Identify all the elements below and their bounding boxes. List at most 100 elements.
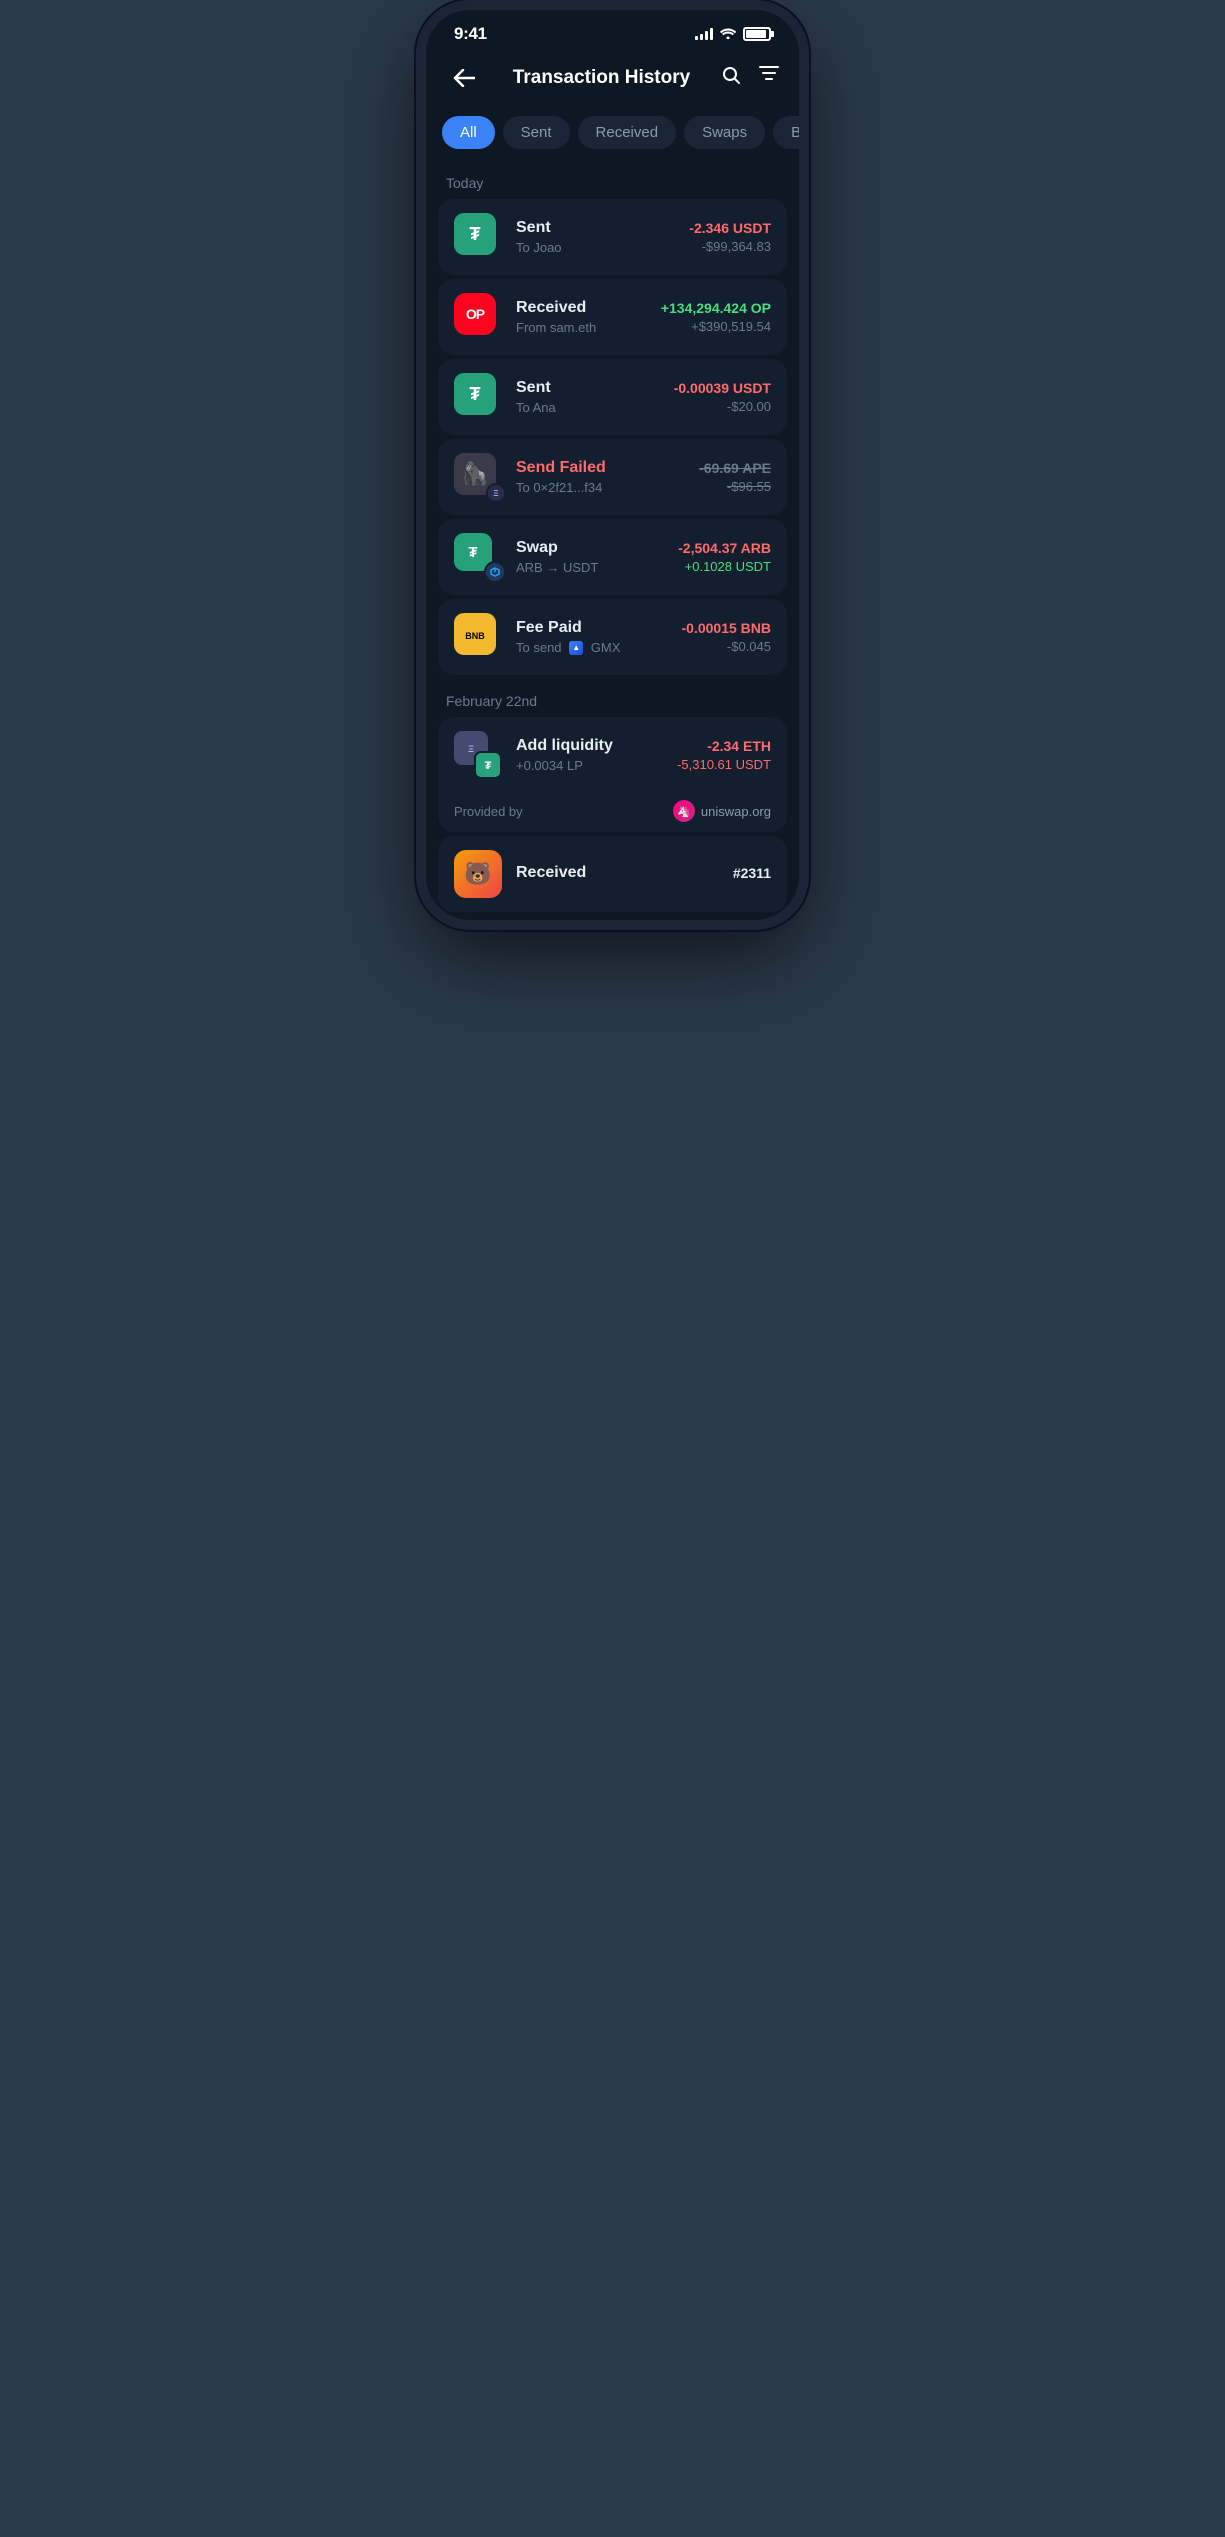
transaction-item-fee[interactable]: BNB Fee Paid To send ▲ GMX -0.00015 BNB … [438,599,787,675]
transaction-list-today: ₮ Sent To Joao -2.346 USDT -$99,364.83 O… [426,199,799,675]
tx-info: Send Failed To 0×2f21...f34 [516,459,685,495]
signal-bar-2 [700,34,703,40]
transaction-item[interactable]: OP Received From sam.eth +134,294.424 OP… [438,279,787,355]
tx-subtitle: To 0×2f21...f34 [516,480,685,495]
status-time: 9:41 [454,24,487,44]
tx-title: Fee Paid [516,619,668,637]
tx-info-liquidity: Add liquidity +0.0034 LP [516,737,663,773]
arb-badge-icon [484,561,506,583]
eth-badge: Ξ [486,483,506,503]
tx-amount-primary: -2.346 USDT [689,220,771,236]
tx-amount-primary: -0.00015 BNB [682,620,772,636]
provided-by-value: 🦄 uniswap.org [673,800,771,822]
transaction-item[interactable]: ₮ Sent To Ana -0.00039 USDT -$20.00 [438,359,787,435]
bnb-icon: BNB [454,613,496,655]
usdt-liquidity-icon: ₮ [474,751,502,779]
tx-title-failed: Send Failed [516,459,685,477]
tx-title-liquidity: Add liquidity [516,737,663,755]
tx-amount-secondary: -$20.00 [674,399,771,414]
search-button[interactable] [721,65,741,91]
filter-button[interactable] [759,66,779,90]
transaction-item-received-bottom[interactable]: 🐻 Received #2311 [438,836,787,912]
tx-info: Swap ARB → USDT [516,539,664,575]
tx-subtitle: To Ana [516,400,660,415]
phone-frame: 9:41 [416,0,809,930]
tx-amount-secondary: +$390,519.54 [661,319,771,334]
page-title: Transaction History [513,67,690,89]
battery-icon [743,27,771,41]
header-actions [721,65,779,91]
usdt-icon-2: ₮ [454,373,496,415]
signal-bar-1 [695,36,698,40]
tx-icon-ape: 🦍 Ξ [454,453,502,501]
tx-amounts-liquidity: -2.34 ETH -5,310.61 USDT [677,738,771,772]
tx-amounts: -0.00039 USDT -$20.00 [674,380,771,414]
tx-info: Received From sam.eth [516,299,647,335]
svg-text:₮: ₮ [470,224,481,244]
tx-icon-op: OP [454,293,502,341]
tx-icon-usdt: ₮ [454,213,502,261]
svg-text:₮: ₮ [485,760,492,772]
tx-title: Sent [516,219,675,237]
tx-title: Swap [516,539,664,557]
tx-icon-liquidity: Ξ ₮ [454,731,502,779]
tx-info: Sent To Ana [516,379,660,415]
tx-amounts: +134,294.424 OP +$390,519.54 [661,300,771,334]
op-icon: OP [454,293,496,335]
tx-amount-primary: -0.00039 USDT [674,380,771,396]
svg-text:Ξ: Ξ [468,744,474,754]
usdt-icon: ₮ [454,213,496,255]
uniswap-logo: 🦄 [673,800,695,822]
tx-subtitle-liquidity: +0.0034 LP [516,758,663,773]
transaction-item[interactable]: ₮ Sent To Joao -2.346 USDT -$99,364.83 [438,199,787,275]
signal-bars-icon [695,28,713,40]
section-spacer [426,675,799,683]
tx-title-received: Received [516,864,719,882]
tx-info-received: Received [516,864,719,885]
tab-buy[interactable]: Buy [773,116,799,149]
tx-subtitle: From sam.eth [516,320,647,335]
tab-swaps[interactable]: Swaps [684,116,765,149]
tx-amount-secondary: -$99,364.83 [689,239,771,254]
tx-amount-primary: -69.69 APE [699,460,771,476]
signal-bar-4 [710,28,713,40]
tx-icon-swap: ₮ [454,533,502,581]
phone-screen: 9:41 [426,10,799,912]
tx-title: Sent [516,379,660,397]
tx-subtitle: ARB → USDT [516,560,664,575]
tx-amount-secondary: -$0.045 [682,639,772,654]
tx-amount-secondary: +0.1028 USDT [678,559,771,574]
received-nft-icon: 🐻 [454,850,502,898]
transaction-item-failed[interactable]: 🦍 Ξ Send Failed To 0×2f21...f34 -69.69 A… [438,439,787,515]
tab-sent[interactable]: Sent [503,116,570,149]
tx-amount-primary: -2,504.37 ARB [678,540,771,556]
tab-all[interactable]: All [442,116,495,149]
back-button[interactable] [446,60,482,96]
tx-amount-primary: +134,294.424 OP [661,300,771,316]
wifi-icon [720,26,736,42]
tx-subtitle: To send ▲ GMX [516,640,668,655]
notch [553,10,673,44]
tx-amounts: -69.69 APE -$96.55 [699,460,771,494]
tx-icon-usdt-2: ₮ [454,373,502,421]
provided-by-section: Provided by 🦄 uniswap.org [438,789,787,832]
transaction-item-swap[interactable]: ₮ Swap ARB → USDT -2,504.37 ARB [438,519,787,595]
tx-subtitle: To Joao [516,240,675,255]
battery-fill [746,30,766,38]
provided-by-label: Provided by [454,804,523,819]
provider-name: uniswap.org [701,804,771,819]
transaction-item-liquidity[interactable]: Ξ ₮ Add liquidity +0.0034 LP -2.34 ETH [438,717,787,793]
header: Transaction History [426,52,799,112]
tx-info: Fee Paid To send ▲ GMX [516,619,668,655]
tx-amount-secondary: -$96.55 [699,479,771,494]
tx-nft-number: #2311 [733,865,771,881]
section-label-feb22: February 22nd [426,683,799,717]
tx-amount-eth: -2.34 ETH [677,738,771,754]
tab-received[interactable]: Received [578,116,677,149]
tx-amounts-received: #2311 [733,865,771,884]
tx-icon-bnb: BNB [454,613,502,661]
signal-bar-3 [705,31,708,40]
tx-amounts: -2.346 USDT -$99,364.83 [689,220,771,254]
tx-amounts: -2,504.37 ARB +0.1028 USDT [678,540,771,574]
tx-info: Sent To Joao [516,219,675,255]
